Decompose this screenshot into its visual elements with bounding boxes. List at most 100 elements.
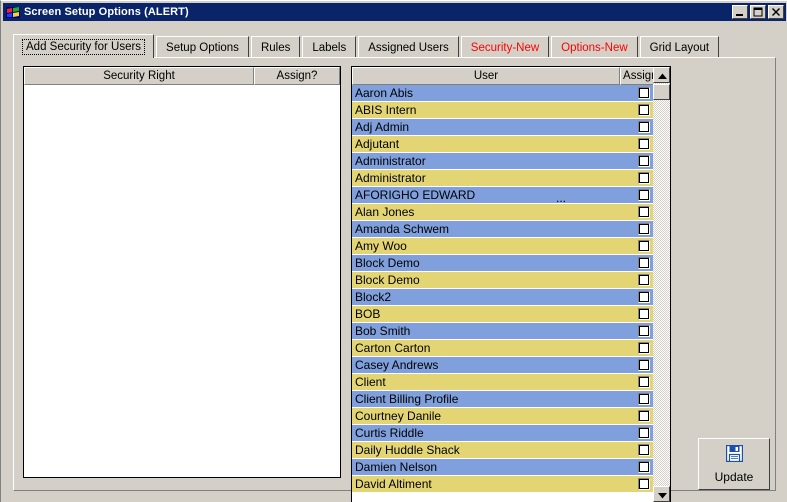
tab-label: Setup Options xyxy=(166,41,239,54)
assign-checkbox[interactable] xyxy=(637,359,650,371)
tab-assigned-users[interactable]: Assigned Users xyxy=(358,36,459,58)
security-right-grid-header: Security Right Assign? xyxy=(24,67,340,85)
assign-checkbox[interactable] xyxy=(637,410,650,422)
assign-checkbox[interactable] xyxy=(637,257,650,269)
table-row[interactable]: ABIS Intern xyxy=(352,102,670,119)
scrollbar-track[interactable] xyxy=(653,83,670,486)
user-name-cell: Alan Jones xyxy=(355,205,415,219)
window-title: Screen Setup Options (ALERT) xyxy=(24,6,189,18)
tab-labels[interactable]: Labels xyxy=(302,36,357,58)
column-header-user[interactable]: User xyxy=(352,67,620,85)
assign-checkbox[interactable] xyxy=(637,376,650,388)
tab-label: Options-New xyxy=(561,41,628,54)
table-row[interactable]: AFORIGHO EDWARD... xyxy=(352,187,670,204)
table-row[interactable]: Courtney Danile xyxy=(352,408,670,425)
column-header-security-right[interactable]: Security Right xyxy=(24,67,254,85)
table-row[interactable]: Bob Smith xyxy=(352,323,670,340)
user-name-cell: Adjutant xyxy=(355,137,400,151)
scroll-down-arrow-icon[interactable] xyxy=(653,486,670,502)
assign-checkbox[interactable] xyxy=(637,393,650,405)
table-row[interactable]: Aaron Abis xyxy=(352,85,670,102)
assign-checkbox[interactable] xyxy=(637,189,650,201)
assign-checkbox[interactable] xyxy=(637,427,650,439)
assign-checkbox[interactable] xyxy=(637,444,650,456)
assign-checkbox[interactable] xyxy=(637,461,650,473)
user-name-cell: Amy Woo xyxy=(355,239,407,253)
table-row[interactable]: Administrator xyxy=(352,153,670,170)
update-button[interactable]: Update xyxy=(698,438,770,490)
tab-strip: Add Security for Users Setup Options Rul… xyxy=(13,34,721,58)
tab-grid-layout[interactable]: Grid Layout xyxy=(639,36,720,58)
table-row[interactable]: Amy Woo xyxy=(352,238,670,255)
maximize-button[interactable] xyxy=(750,5,766,19)
table-row[interactable]: David Altiment xyxy=(352,476,670,493)
table-row[interactable]: Block Demo xyxy=(352,255,670,272)
table-row[interactable]: Adj Admin xyxy=(352,119,670,136)
assign-checkbox[interactable] xyxy=(637,223,650,235)
table-row[interactable]: Damien Nelson xyxy=(352,459,670,476)
assign-checkbox[interactable] xyxy=(637,325,650,337)
assign-checkbox[interactable] xyxy=(637,104,650,116)
user-name-cell: Block Demo xyxy=(355,273,420,287)
assign-checkbox[interactable] xyxy=(637,121,650,133)
tab-label: Security-New xyxy=(470,41,540,54)
tab-rules[interactable]: Rules xyxy=(250,36,301,58)
user-name-cell: Client Billing Profile xyxy=(355,392,459,406)
user-name-cell: Aaron Abis xyxy=(355,86,414,100)
security-right-grid: Security Right Assign? xyxy=(23,66,341,478)
table-row[interactable]: Daily Huddle Shack xyxy=(352,442,670,459)
table-row[interactable]: BOB xyxy=(352,306,670,323)
tab-label: Add Security for Users xyxy=(22,38,146,55)
update-button-label: Update xyxy=(714,469,754,484)
tab-security-new[interactable]: Security-New xyxy=(460,36,550,58)
assign-checkbox[interactable] xyxy=(637,155,650,167)
user-grid-scrollbar[interactable] xyxy=(653,67,670,502)
assign-checkbox[interactable] xyxy=(637,308,650,320)
table-row[interactable]: Client Billing Profile xyxy=(352,391,670,408)
user-name-cell: Damien Nelson xyxy=(355,460,438,474)
assign-checkbox[interactable] xyxy=(637,172,650,184)
tab-options-new[interactable]: Options-New xyxy=(551,36,638,58)
windows-flag-icon xyxy=(5,5,21,20)
assign-checkbox[interactable] xyxy=(637,240,650,252)
tab-label: Labels xyxy=(312,41,347,54)
user-name-cell: Casey Andrews xyxy=(355,358,439,372)
table-row[interactable]: Carton Carton xyxy=(352,340,670,357)
table-row[interactable]: Curtis Riddle xyxy=(352,425,670,442)
assign-checkbox[interactable] xyxy=(637,478,650,490)
user-name-cell: Block2 xyxy=(355,290,392,304)
user-name-cell: Block Demo xyxy=(355,256,420,270)
title-bar: Screen Setup Options (ALERT) xyxy=(3,3,786,21)
overflow-ellipsis: ... xyxy=(555,191,566,203)
user-name-cell: Bob Smith xyxy=(355,324,411,338)
tab-label: Rules xyxy=(260,41,291,54)
table-row[interactable]: Amanda Schwem xyxy=(352,221,670,238)
assign-checkbox[interactable] xyxy=(637,274,650,286)
assign-checkbox[interactable] xyxy=(637,138,650,150)
tab-add-security-for-users[interactable]: Add Security for Users xyxy=(13,34,155,58)
assign-checkbox[interactable] xyxy=(637,87,650,99)
assign-checkbox[interactable] xyxy=(637,206,650,218)
table-row[interactable]: Block2 xyxy=(352,289,670,306)
scrollbar-thumb[interactable] xyxy=(653,84,670,100)
table-row[interactable]: Adjutant xyxy=(352,136,670,153)
assign-checkbox[interactable] xyxy=(637,342,650,354)
column-header-assign[interactable]: Assign? xyxy=(254,67,340,85)
user-grid-header: User Assign? xyxy=(352,67,670,85)
user-name-cell: AFORIGHO EDWARD... xyxy=(352,187,620,203)
application-window: Screen Setup Options (ALERT) Add Securit… xyxy=(0,0,787,502)
table-row[interactable]: Block Demo xyxy=(352,272,670,289)
table-row[interactable]: Casey Andrews xyxy=(352,357,670,374)
table-row[interactable]: Client xyxy=(352,374,670,391)
tab-setup-options[interactable]: Setup Options xyxy=(156,36,249,58)
table-row[interactable]: Administrator xyxy=(352,170,670,187)
table-row[interactable]: Alan Jones xyxy=(352,204,670,221)
user-name-cell: Carton Carton xyxy=(355,341,431,355)
user-grid: User Assign? Aaron Abis ABIS Intern Adj Ad… xyxy=(351,66,671,502)
user-grid-rows: Aaron Abis ABIS Intern Adj Admin Adjutant Ad… xyxy=(352,85,670,493)
save-floppy-icon xyxy=(725,444,743,467)
scroll-up-arrow-icon[interactable] xyxy=(653,67,670,83)
assign-checkbox[interactable] xyxy=(637,291,650,303)
minimize-button[interactable] xyxy=(732,5,748,19)
close-button[interactable] xyxy=(768,5,784,19)
